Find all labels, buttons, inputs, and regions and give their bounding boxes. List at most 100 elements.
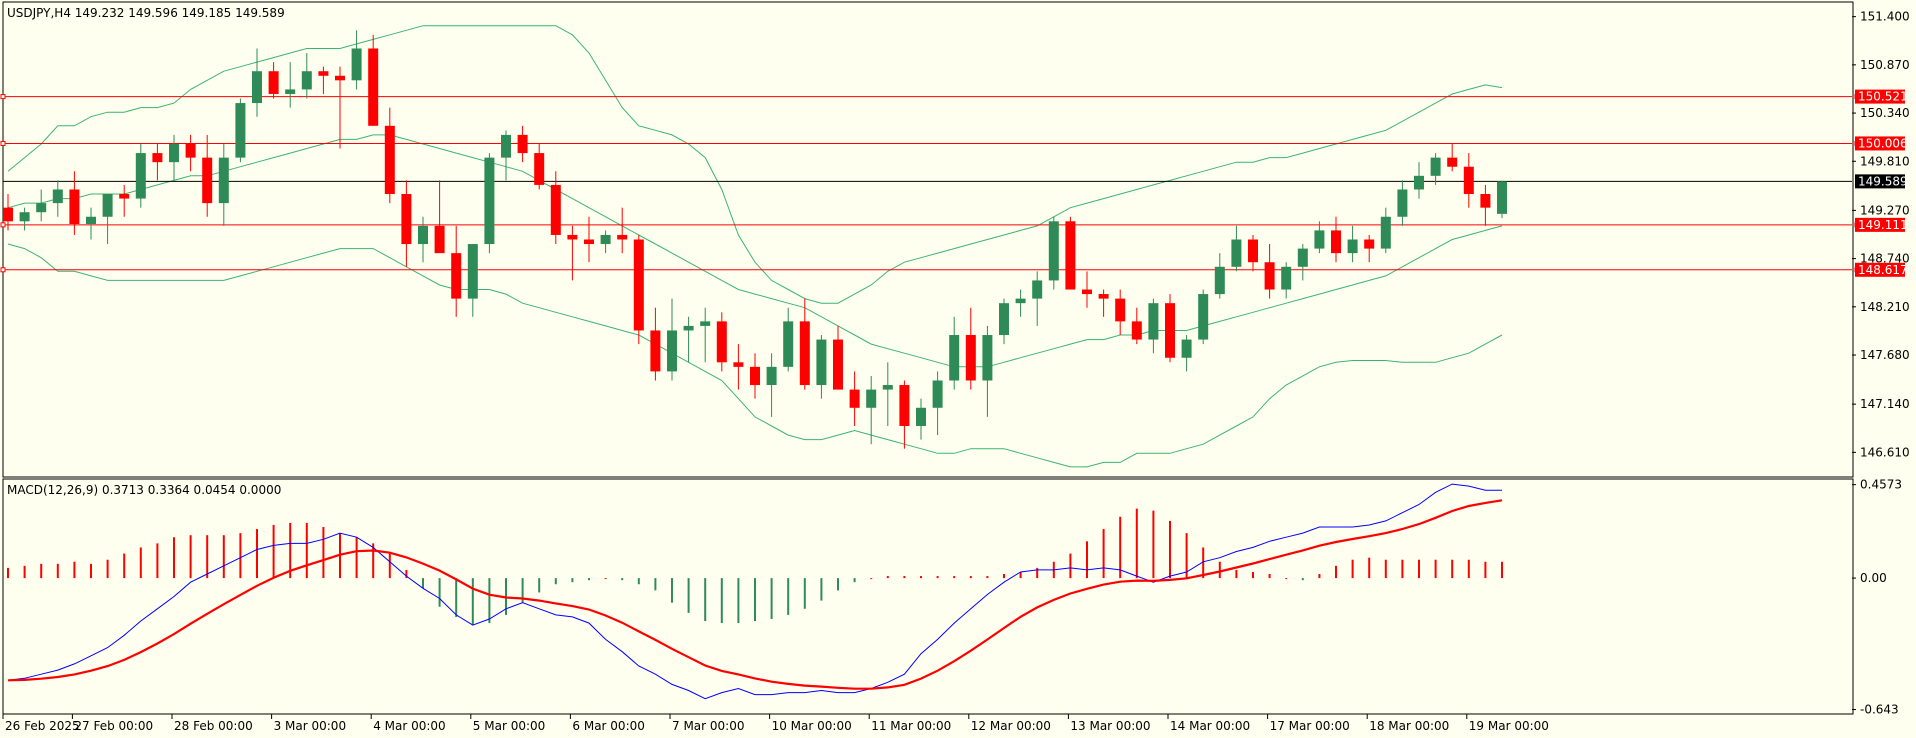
candle-body[interactable] bbox=[1248, 239, 1258, 263]
candle-body[interactable] bbox=[1082, 289, 1092, 295]
candle-body[interactable] bbox=[1281, 266, 1292, 290]
candle-body[interactable] bbox=[3, 207, 13, 222]
time-axis-label: 13 Mar 00:00 bbox=[1070, 719, 1150, 733]
candle-body[interactable] bbox=[202, 157, 213, 204]
candle-body[interactable] bbox=[1115, 298, 1126, 322]
candle-body[interactable] bbox=[982, 335, 993, 381]
candle-body[interactable] bbox=[1181, 339, 1192, 358]
candle-body[interactable] bbox=[268, 71, 279, 94]
candle-body[interactable] bbox=[1297, 248, 1308, 267]
candle-body[interactable] bbox=[235, 103, 246, 158]
candle-body[interactable] bbox=[285, 89, 296, 94]
candle-body[interactable] bbox=[517, 134, 528, 154]
candle-body[interactable] bbox=[1331, 230, 1341, 254]
candle-body[interactable] bbox=[119, 194, 130, 199]
candle-body[interactable] bbox=[1314, 230, 1325, 249]
candle-body[interactable] bbox=[1380, 216, 1391, 249]
candle-body[interactable] bbox=[86, 216, 96, 225]
level-handle[interactable] bbox=[0, 267, 6, 273]
candle-body[interactable] bbox=[600, 234, 611, 245]
candle-body[interactable] bbox=[401, 194, 412, 245]
candle-body[interactable] bbox=[169, 143, 179, 163]
candle-body[interactable] bbox=[999, 303, 1009, 336]
candle-body[interactable] bbox=[766, 366, 777, 386]
candle-body[interactable] bbox=[1414, 175, 1424, 190]
candle-body[interactable] bbox=[1430, 157, 1441, 176]
candle-body[interactable] bbox=[1131, 321, 1142, 340]
candle-body[interactable] bbox=[567, 234, 578, 240]
candle-body[interactable] bbox=[1165, 303, 1175, 358]
candle-body[interactable] bbox=[716, 321, 727, 363]
candle-body[interactable] bbox=[501, 134, 511, 158]
candle-body[interactable] bbox=[1048, 221, 1059, 281]
candle-body[interactable] bbox=[418, 225, 428, 245]
candle-body[interactable] bbox=[617, 234, 628, 240]
candle-body[interactable] bbox=[534, 153, 545, 185]
candle-body[interactable] bbox=[368, 48, 379, 126]
candle-body[interactable] bbox=[1148, 303, 1159, 340]
candle-body[interactable] bbox=[866, 389, 877, 408]
candle-body[interactable] bbox=[467, 244, 478, 299]
candle-body[interactable] bbox=[849, 389, 860, 408]
candle-body[interactable] bbox=[69, 189, 80, 225]
candle-body[interactable] bbox=[667, 330, 677, 372]
candle-body[interactable] bbox=[1497, 181, 1507, 214]
candle-body[interactable] bbox=[1231, 239, 1242, 267]
candle-body[interactable] bbox=[1015, 298, 1026, 304]
candle-body[interactable] bbox=[783, 321, 794, 367]
candle-body[interactable] bbox=[650, 330, 661, 372]
candle-body[interactable] bbox=[1397, 189, 1408, 217]
candle-body[interactable] bbox=[1032, 280, 1043, 299]
candle-body[interactable] bbox=[384, 125, 395, 195]
candle-body[interactable] bbox=[833, 339, 843, 390]
price-axis-label: 150.340 bbox=[1860, 106, 1910, 120]
candle-body[interactable] bbox=[1214, 266, 1225, 295]
candle-body[interactable] bbox=[52, 189, 63, 204]
candle-body[interactable] bbox=[916, 407, 926, 426]
candle-body[interactable] bbox=[1264, 262, 1275, 290]
candle-body[interactable] bbox=[1198, 294, 1209, 340]
candle-body[interactable] bbox=[318, 71, 329, 76]
candle-body[interactable] bbox=[135, 153, 146, 199]
candle-body[interactable] bbox=[19, 212, 30, 222]
candle-body[interactable] bbox=[733, 362, 744, 367]
candle-body[interactable] bbox=[351, 48, 362, 81]
candle-body[interactable] bbox=[965, 335, 976, 381]
candle-body[interactable] bbox=[1480, 194, 1491, 208]
candle-body[interactable] bbox=[550, 184, 561, 235]
level-handle[interactable] bbox=[0, 140, 6, 146]
candle-body[interactable] bbox=[633, 239, 644, 331]
candle-body[interactable] bbox=[750, 366, 760, 386]
candle-body[interactable] bbox=[335, 75, 345, 81]
candle-body[interactable] bbox=[584, 239, 594, 245]
candle-body[interactable] bbox=[152, 153, 163, 163]
candle-body[interactable] bbox=[882, 385, 893, 390]
candle-body[interactable] bbox=[816, 339, 827, 386]
candle-body[interactable] bbox=[700, 321, 711, 326]
level-handle[interactable] bbox=[0, 94, 6, 100]
price-axis-label: 149.270 bbox=[1860, 203, 1910, 217]
candle-body[interactable] bbox=[218, 157, 229, 204]
candle-body[interactable] bbox=[102, 194, 113, 217]
candle-body[interactable] bbox=[1347, 239, 1358, 254]
candle-body[interactable] bbox=[1065, 221, 1076, 290]
candle-body[interactable] bbox=[683, 325, 694, 331]
candle-body[interactable] bbox=[932, 380, 943, 408]
candle-body[interactable] bbox=[949, 335, 960, 381]
candle-body[interactable] bbox=[799, 321, 810, 386]
candle-body[interactable] bbox=[899, 385, 910, 426]
candle-body[interactable] bbox=[185, 143, 196, 158]
candle-body[interactable] bbox=[434, 225, 445, 254]
candle-body[interactable] bbox=[1364, 239, 1375, 249]
level-handle[interactable] bbox=[0, 222, 6, 228]
candle-body[interactable] bbox=[301, 71, 312, 90]
candle-body[interactable] bbox=[1098, 294, 1109, 299]
candle-body[interactable] bbox=[36, 203, 47, 213]
time-axis-label: 4 Mar 00:00 bbox=[373, 719, 446, 733]
candle-body[interactable] bbox=[1447, 157, 1458, 167]
candle-body[interactable] bbox=[252, 71, 262, 104]
price-axis-label: 148.210 bbox=[1860, 300, 1910, 314]
candle-body[interactable] bbox=[451, 253, 462, 299]
candle-body[interactable] bbox=[1463, 166, 1474, 195]
candle-body[interactable] bbox=[484, 157, 495, 245]
